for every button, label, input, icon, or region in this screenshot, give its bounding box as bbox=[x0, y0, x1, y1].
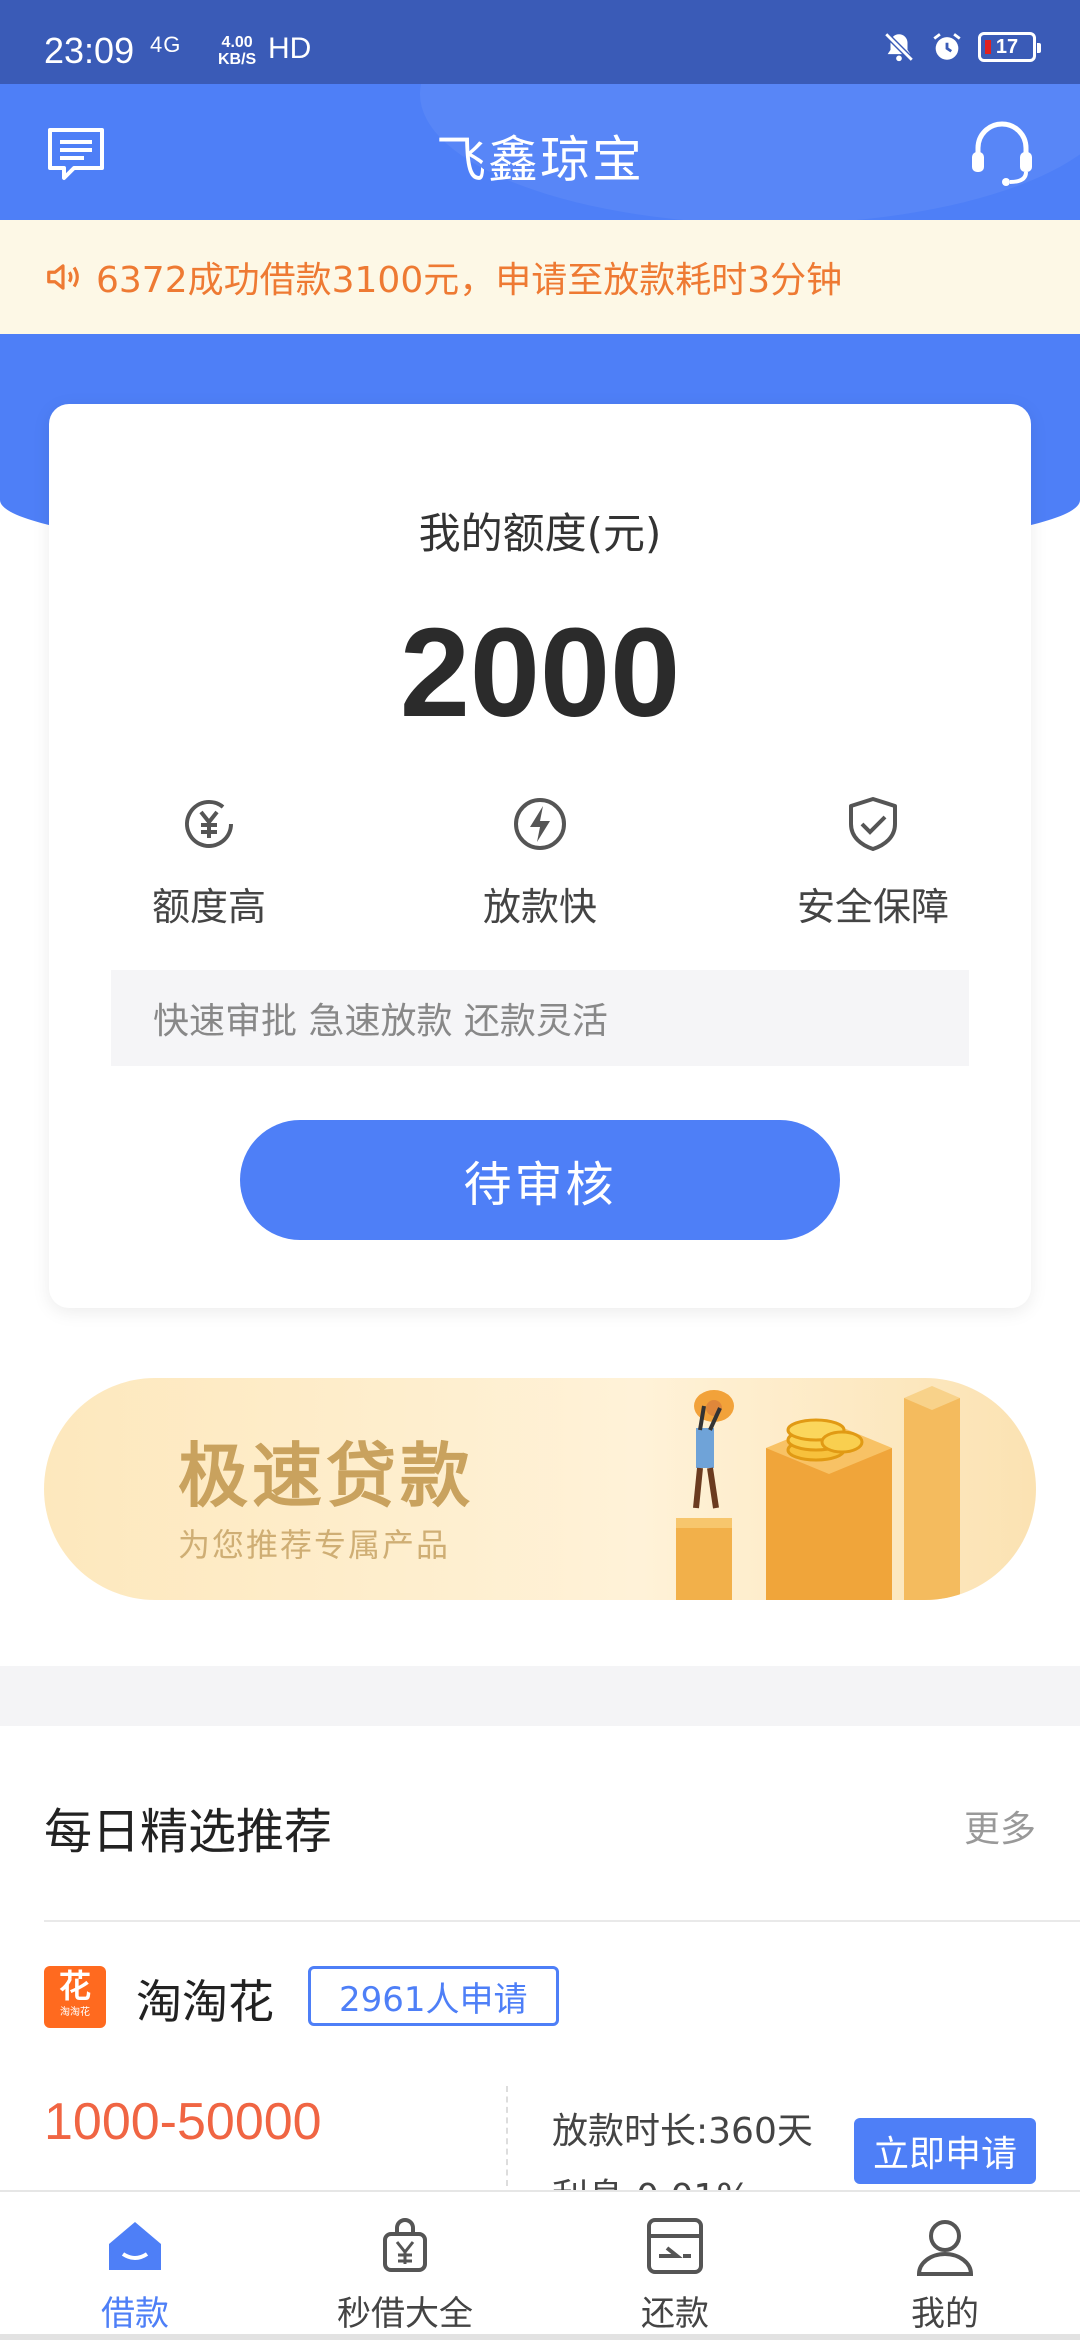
bell-off-icon bbox=[884, 32, 914, 62]
lightning-icon bbox=[514, 798, 566, 850]
notice-bar: 6372成功借款3100元，申请至放款耗时3分钟 bbox=[0, 220, 1080, 334]
feature-label: 放款快 bbox=[482, 885, 597, 929]
amount-range: 1000-50000 bbox=[44, 2093, 322, 2151]
banner-subtitle: 为您推荐专属产品 bbox=[178, 1526, 451, 1564]
quota-label: 我的额度(元) bbox=[418, 509, 662, 558]
feature-label: 额度高 bbox=[151, 885, 266, 929]
product-name[interactable]: 淘淘花 bbox=[136, 1966, 274, 2032]
speed-value: 4.00 bbox=[221, 34, 253, 51]
tab-mine[interactable]: 我的 bbox=[810, 2192, 1080, 2340]
page-title: 飞鑫琼宝 bbox=[436, 131, 644, 189]
apply-now-button[interactable]: 立即申请 bbox=[854, 2118, 1036, 2184]
network-speed: 4.00 KB/S bbox=[218, 34, 256, 68]
feature-high-limit: 额度高 bbox=[89, 794, 329, 931]
user-icon bbox=[916, 2220, 974, 2276]
speed-unit: KB/S bbox=[218, 51, 257, 68]
tab-repay[interactable]: 还款 bbox=[540, 2192, 810, 2340]
tab-label: 借款 bbox=[101, 2294, 169, 2334]
product-logo: 花 淘淘花 bbox=[44, 1966, 106, 2028]
daily-picks-title: 每日精选推荐 bbox=[44, 1804, 333, 1860]
home-icon bbox=[109, 2222, 161, 2270]
product-logo-glyph: 花 bbox=[58, 1967, 91, 2005]
alarm-icon bbox=[933, 33, 961, 60]
status-bar: 23:09 4G 4.00 KB/S HD 17 bbox=[0, 0, 1080, 84]
pending-review-button[interactable]: 待审核 bbox=[240, 1120, 840, 1240]
more-link[interactable]: 更多 bbox=[964, 1800, 1036, 1852]
status-icons: 17 bbox=[882, 30, 1041, 64]
product-logo-caption: 淘淘花 bbox=[60, 2007, 90, 2018]
slogan-box: 快速审批 急速放款 还款灵活 bbox=[111, 970, 969, 1066]
tab-borrow[interactable]: 借款 bbox=[0, 2192, 270, 2340]
status-time: 23:09 bbox=[44, 30, 135, 71]
loan-term: 放款时长:360天 bbox=[552, 2111, 813, 2152]
section-line bbox=[44, 1920, 1080, 1922]
quota-card: 我的额度(元) 2000 额度高 放款快 安全保障 快速审批 急速放款 还款灵活… bbox=[49, 404, 1031, 1308]
headset-icon[interactable] bbox=[968, 118, 1036, 188]
bag-yen-icon bbox=[383, 2218, 427, 2272]
app-header: 飞鑫琼宝 bbox=[0, 84, 1080, 220]
tab-label: 我的 bbox=[911, 2294, 979, 2334]
applicants-badge: 2961人申请 bbox=[308, 1966, 559, 2026]
product-separator bbox=[506, 2086, 508, 2186]
speaker-icon bbox=[47, 264, 79, 290]
battery-icon: 17 bbox=[978, 32, 1041, 62]
bottom-tab-bar: 借款 秒借大全 还款 我的 bbox=[0, 2190, 1080, 2340]
section-divider bbox=[0, 1666, 1080, 1726]
feature-security: 安全保障 bbox=[753, 794, 993, 931]
home-indicator bbox=[0, 2334, 1080, 2340]
yen-circle-icon bbox=[185, 799, 233, 848]
banner-title: 极速贷款 bbox=[178, 1435, 474, 1517]
network-type: 4G bbox=[150, 32, 182, 57]
feature-fast-loan: 放款快 bbox=[420, 794, 660, 931]
hd-indicator: HD bbox=[268, 32, 312, 65]
notice-text: 6372成功借款3100元，申请至放款耗时3分钟 bbox=[96, 260, 843, 301]
tab-label: 还款 bbox=[641, 2294, 709, 2334]
quota-amount: 2000 bbox=[399, 602, 681, 743]
tab-label: 秒借大全 bbox=[337, 2294, 473, 2334]
tab-quick-borrow[interactable]: 秒借大全 bbox=[270, 2192, 540, 2340]
shield-check-icon bbox=[849, 797, 897, 851]
coins-illustration bbox=[676, 1386, 960, 1600]
feature-label: 安全保障 bbox=[796, 885, 949, 929]
repay-icon bbox=[647, 2218, 703, 2274]
fast-loan-banner[interactable]: 极速贷款 为您推荐专属产品 bbox=[44, 1378, 1036, 1600]
